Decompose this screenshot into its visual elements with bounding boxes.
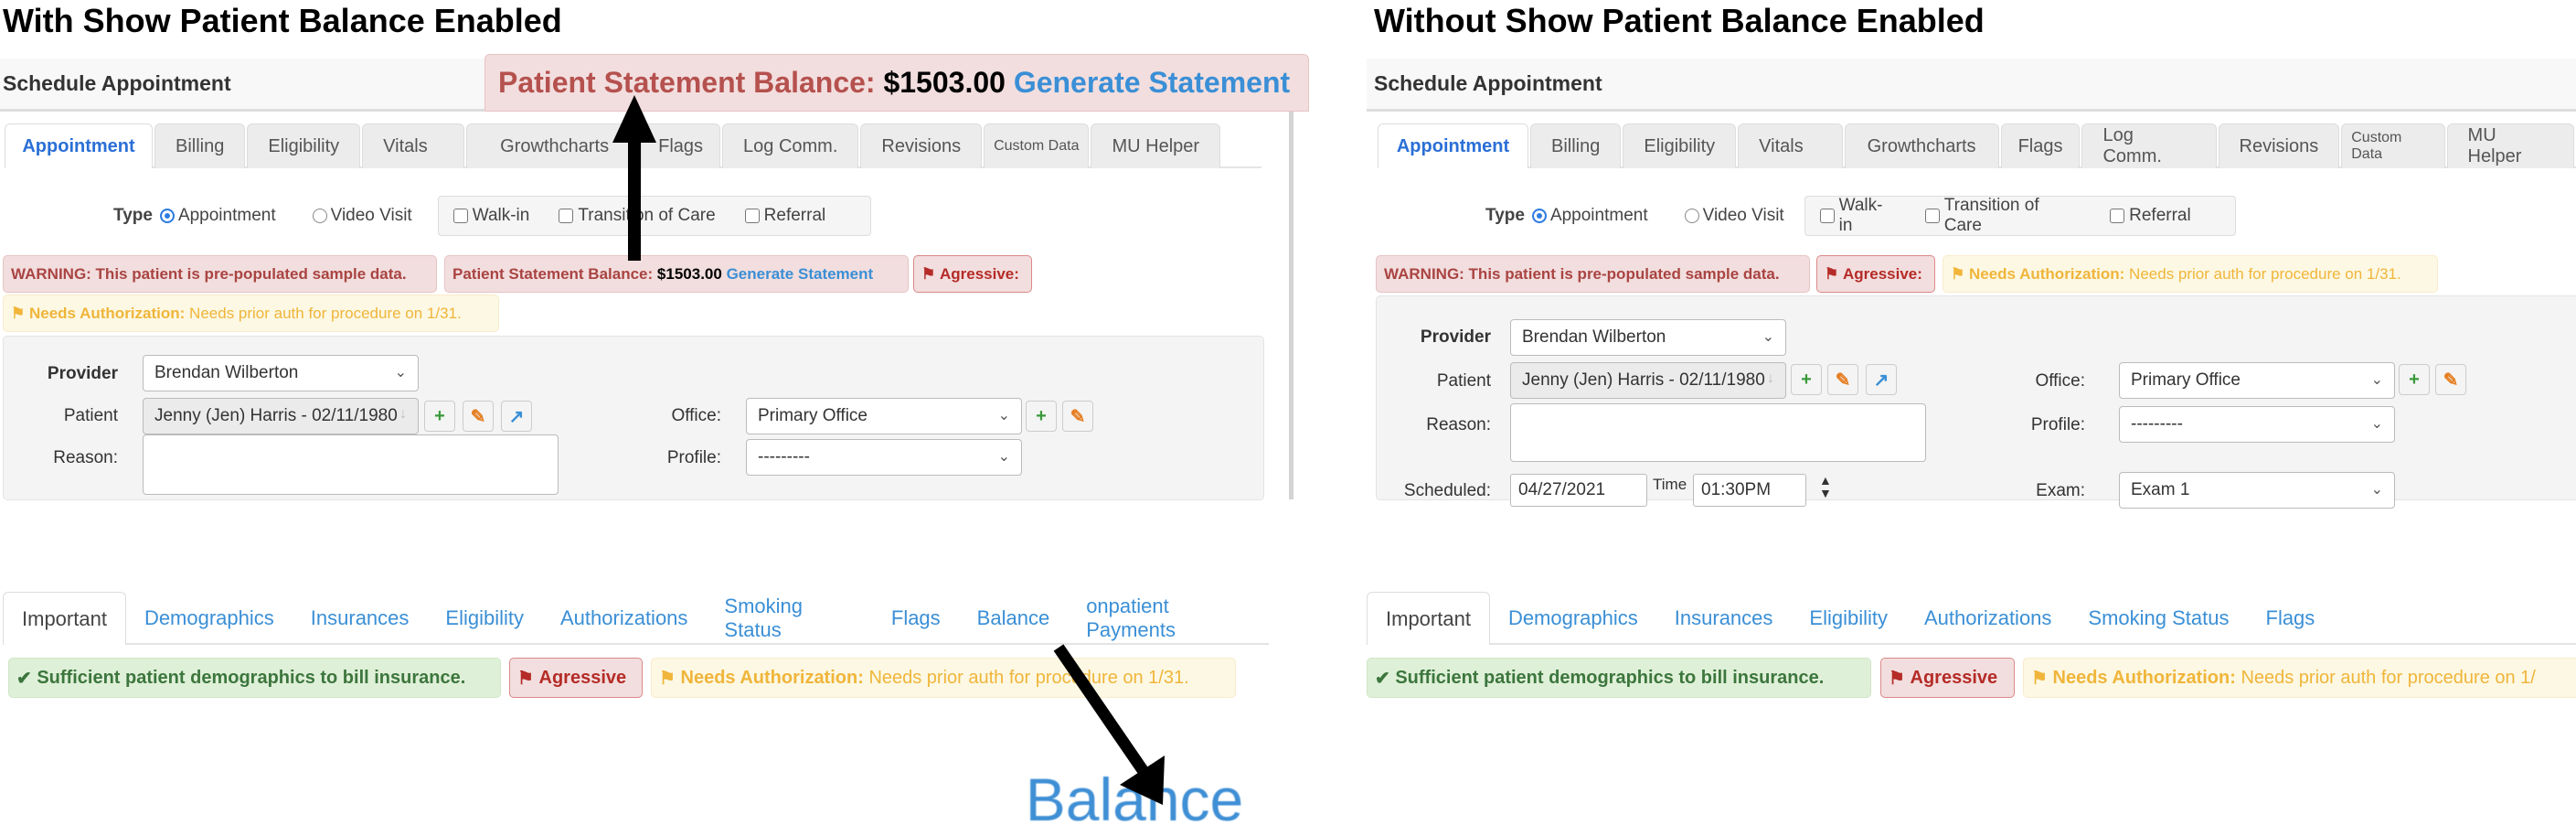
annotation-arrows [612, 95, 1165, 805]
arrow-down-to-balance-inset [1053, 644, 1165, 805]
arrow-up-to-callout [612, 95, 656, 261]
